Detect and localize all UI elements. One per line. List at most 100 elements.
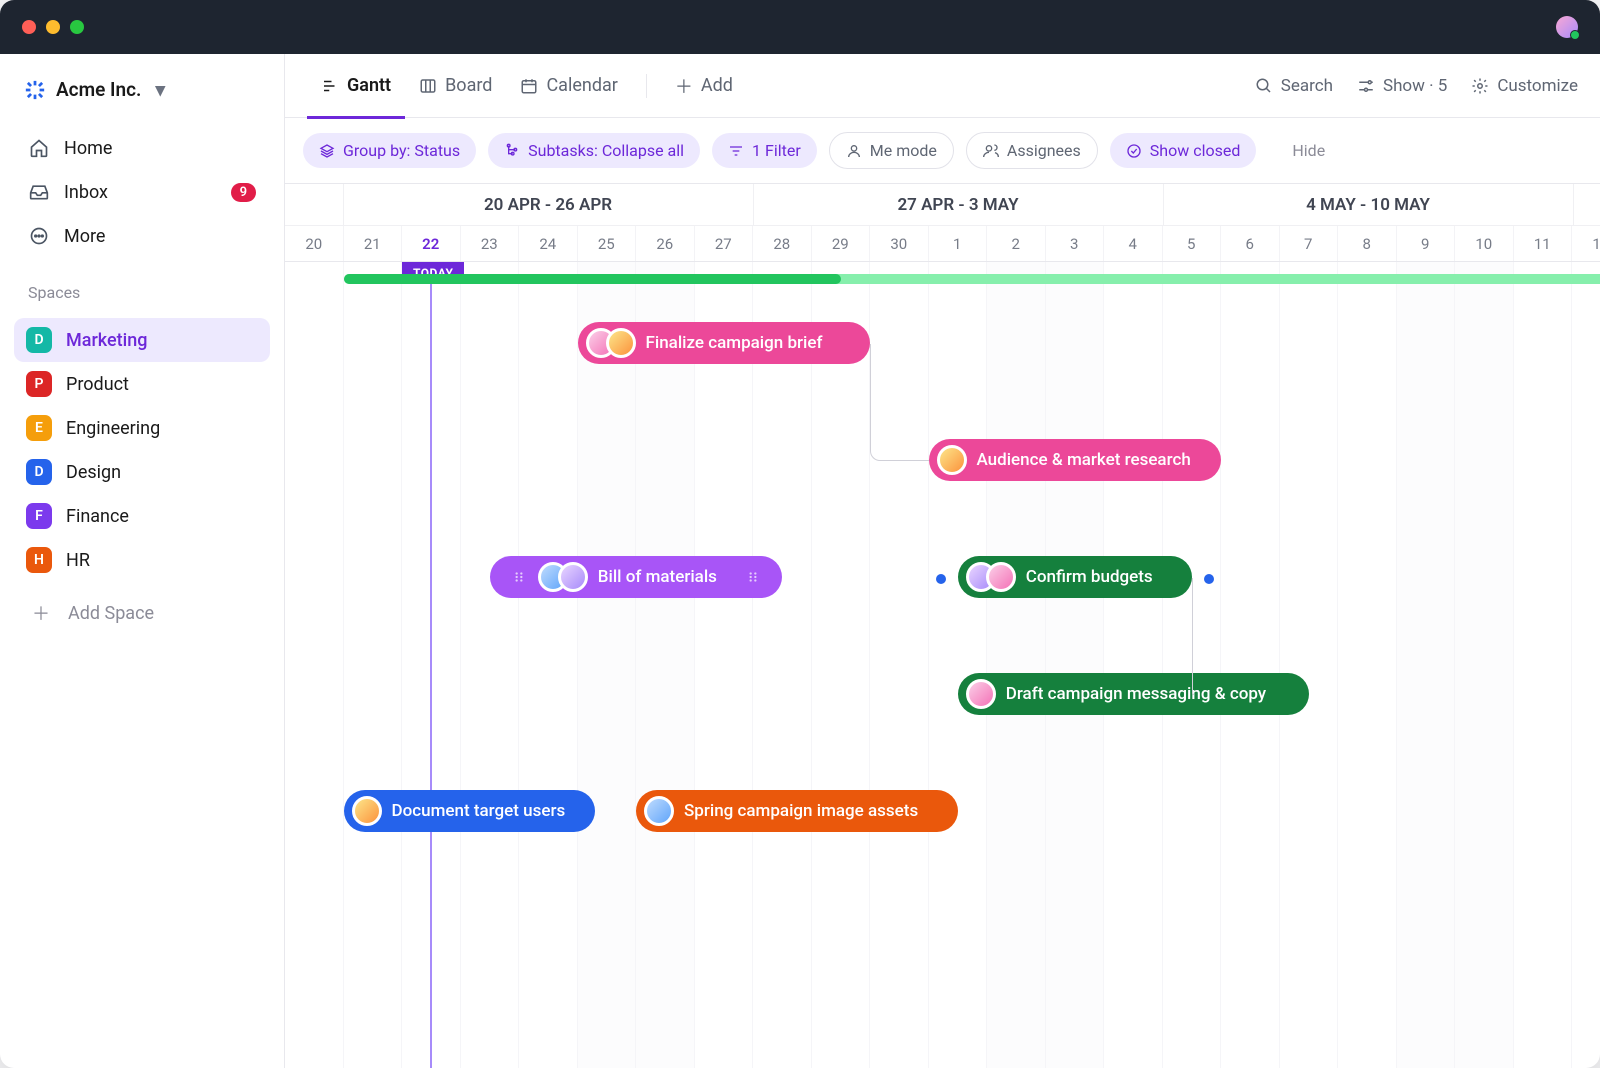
subtasks-chip[interactable]: Subtasks: Collapse all (488, 133, 700, 168)
tab-label: Gantt (347, 75, 391, 96)
assignee-avatar (937, 445, 967, 475)
group-by-chip[interactable]: Group by: Status (303, 133, 476, 168)
drag-handle-icon[interactable] (510, 568, 528, 586)
day-header: 3 (1046, 226, 1105, 261)
day-header: 30 (870, 226, 929, 261)
spaces-section-label: Spaces (14, 265, 270, 310)
task-label: Finalize campaign brief (646, 333, 823, 353)
assignee-avatars (352, 796, 382, 826)
add-space-button[interactable]: ＋ Add Space (14, 590, 270, 636)
dependency-line (870, 344, 929, 461)
task-bar[interactable]: Document target users (344, 790, 596, 832)
day-header: 28 (753, 226, 812, 261)
assignee-avatars (586, 328, 636, 358)
search-button[interactable]: Search (1255, 76, 1333, 96)
dependency-handle[interactable] (936, 574, 946, 584)
inbox-badge: 9 (231, 183, 256, 202)
task-bar[interactable]: Draft campaign messaging & copy (958, 673, 1309, 715)
assignee-avatars (937, 445, 967, 475)
nav-item-inbox[interactable]: Inbox9 (14, 171, 270, 213)
task-bar[interactable]: Audience & market research (929, 439, 1222, 481)
close-window-button[interactable] (22, 20, 36, 34)
minimize-window-button[interactable] (46, 20, 60, 34)
assignee-avatar (966, 679, 996, 709)
nav-item-home[interactable]: Home (14, 127, 270, 169)
sliders-icon (1357, 77, 1375, 95)
assignee-avatar (986, 562, 1016, 592)
gear-icon (1471, 77, 1489, 95)
sidebar: Acme Inc. ▾ Home Inbox9 More Spaces D Marke… (0, 54, 285, 1068)
user-avatar[interactable] (1556, 16, 1578, 38)
space-label: Engineering (66, 418, 160, 439)
day-header: 7 (1280, 226, 1339, 261)
day-header: 4 (1104, 226, 1163, 261)
person-icon (846, 143, 862, 159)
filter-icon (728, 143, 744, 159)
show-closed-chip[interactable]: Show closed (1110, 133, 1257, 168)
assignee-avatar (606, 328, 636, 358)
nav-item-label: Home (64, 138, 112, 159)
task-label: Draft campaign messaging & copy (1006, 684, 1266, 704)
board-icon (419, 77, 437, 95)
calendar-icon (520, 77, 538, 95)
assignee-avatars (966, 562, 1016, 592)
dependency-handle[interactable] (1204, 574, 1214, 584)
space-label: Finance (66, 506, 129, 527)
check-circle-icon (1126, 143, 1142, 159)
sidebar-space-design[interactable]: DDesign (14, 450, 270, 494)
space-color-badge: D (26, 459, 52, 485)
tab-board[interactable]: Board (405, 54, 506, 118)
tab-label: Board (445, 75, 492, 96)
assignees-chip[interactable]: Assignees (966, 132, 1098, 169)
show-button[interactable]: Show · 5 (1357, 76, 1447, 96)
maximize-window-button[interactable] (70, 20, 84, 34)
filters-toolbar: Group by: Status Subtasks: Collapse all … (285, 118, 1600, 184)
space-color-badge: D (26, 327, 52, 353)
task-label: Confirm budgets (1026, 567, 1153, 587)
day-header: 10 (1455, 226, 1514, 261)
workspace-switcher[interactable]: Acme Inc. ▾ (14, 72, 270, 107)
hide-filters-button[interactable]: Hide (1280, 133, 1337, 168)
nav-item-label: More (64, 226, 105, 247)
task-bar[interactable]: Bill of materials (490, 556, 783, 598)
me-mode-chip[interactable]: Me mode (829, 132, 954, 169)
layers-icon (319, 143, 335, 159)
gantt-chart[interactable]: 20 APR - 26 APR27 APR - 3 MAY4 MAY - 10 … (285, 184, 1600, 1068)
add-view-button[interactable]: ＋ Add (661, 54, 747, 118)
assignee-avatars (538, 562, 588, 592)
sidebar-space-finance[interactable]: FFinance (14, 494, 270, 538)
task-label: Audience & market research (977, 450, 1191, 470)
assignee-avatar (644, 796, 674, 826)
day-header: 23 (461, 226, 520, 261)
space-label: Marketing (66, 330, 147, 351)
nav-item-more[interactable]: More (14, 215, 270, 257)
plus-icon: ＋ (675, 77, 693, 95)
search-icon (1255, 77, 1273, 95)
day-header: 29 (812, 226, 871, 261)
task-bar[interactable]: Confirm budgets (958, 556, 1192, 598)
day-header: 22 (402, 226, 461, 261)
dependency-line (1192, 578, 1194, 695)
sidebar-space-engineering[interactable]: EEngineering (14, 406, 270, 450)
sidebar-space-product[interactable]: PProduct (14, 362, 270, 406)
chevron-down-icon: ▾ (155, 78, 165, 101)
sidebar-space-marketing[interactable]: D Marketing (14, 318, 270, 362)
filter-chip[interactable]: 1 Filter (712, 133, 817, 168)
drag-handle-icon[interactable] (744, 568, 762, 586)
assignee-avatars (966, 679, 996, 709)
day-header: 26 (636, 226, 695, 261)
assignee-avatar (352, 796, 382, 826)
tab-gantt[interactable]: Gantt (307, 54, 405, 118)
task-bar[interactable]: Finalize campaign brief (578, 322, 871, 364)
customize-button[interactable]: Customize (1471, 76, 1578, 96)
week-header: 4 MAY - 10 MAY (1164, 184, 1574, 225)
task-bar[interactable]: Spring campaign image assets (636, 790, 958, 832)
day-header: 25 (578, 226, 637, 261)
day-header: 20 (285, 226, 344, 261)
day-header: 1 (929, 226, 988, 261)
inbox-icon (28, 181, 50, 203)
more-icon (28, 225, 50, 247)
assignee-avatars (644, 796, 674, 826)
tab-calendar[interactable]: Calendar (506, 54, 631, 118)
sidebar-space-hr[interactable]: HHR (14, 538, 270, 582)
